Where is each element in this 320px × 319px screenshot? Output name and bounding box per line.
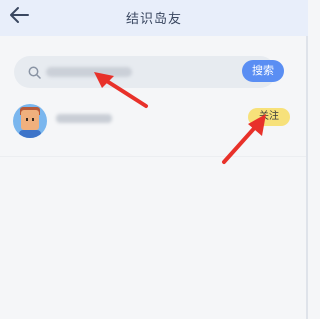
avatar-body xyxy=(19,130,41,138)
red-arrow-annotation-search xyxy=(94,72,148,108)
avatar-eye-right xyxy=(32,118,34,121)
right-border xyxy=(306,36,308,319)
search-button[interactable]: 搜索 xyxy=(242,60,284,82)
red-arrow-annotation-follow xyxy=(222,114,266,164)
top-bar: 结识岛友 xyxy=(0,0,308,36)
avatar-eye-left xyxy=(26,118,28,121)
avatar[interactable] xyxy=(13,104,47,138)
avatar-face xyxy=(21,110,39,130)
search-icon xyxy=(28,66,41,79)
page-title: 结识岛友 xyxy=(125,12,182,27)
